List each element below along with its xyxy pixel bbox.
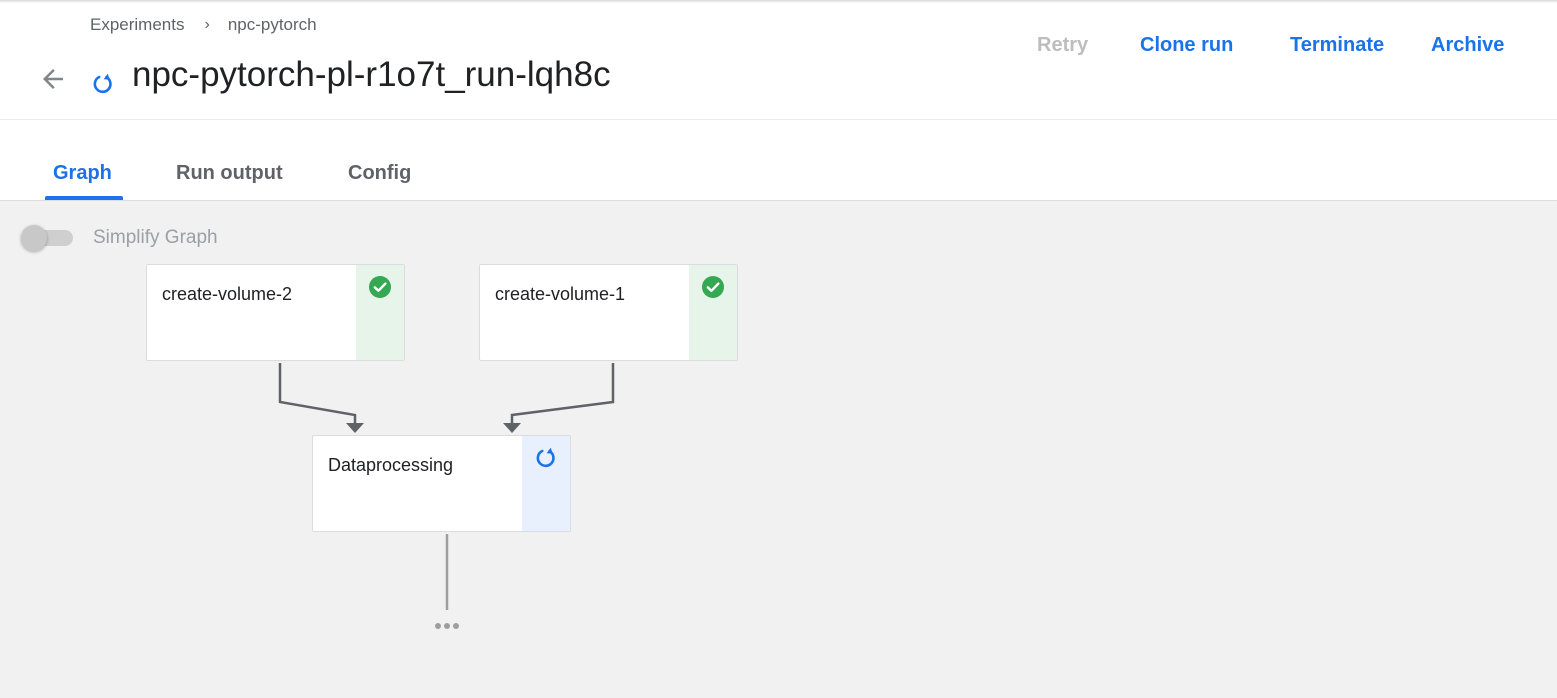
node-label: create-volume-1 <box>495 284 626 304</box>
node-status-panel <box>356 265 404 360</box>
node-status-panel <box>689 265 737 360</box>
running-status-icon <box>536 447 555 468</box>
check-circle-icon <box>702 276 724 298</box>
graph-node-create-volume-2[interactable]: create-volume-2 <box>146 264 405 361</box>
graph-node-create-volume-1[interactable]: create-volume-1 <box>479 264 738 361</box>
node-label: Dataprocessing <box>328 455 454 475</box>
check-circle-icon <box>369 276 391 298</box>
graph-node-dataprocessing[interactable]: Dataprocessing <box>312 435 571 532</box>
more-nodes-ellipsis-icon <box>435 623 459 629</box>
node-label: create-volume-2 <box>162 284 293 304</box>
node-status-panel <box>522 436 570 531</box>
